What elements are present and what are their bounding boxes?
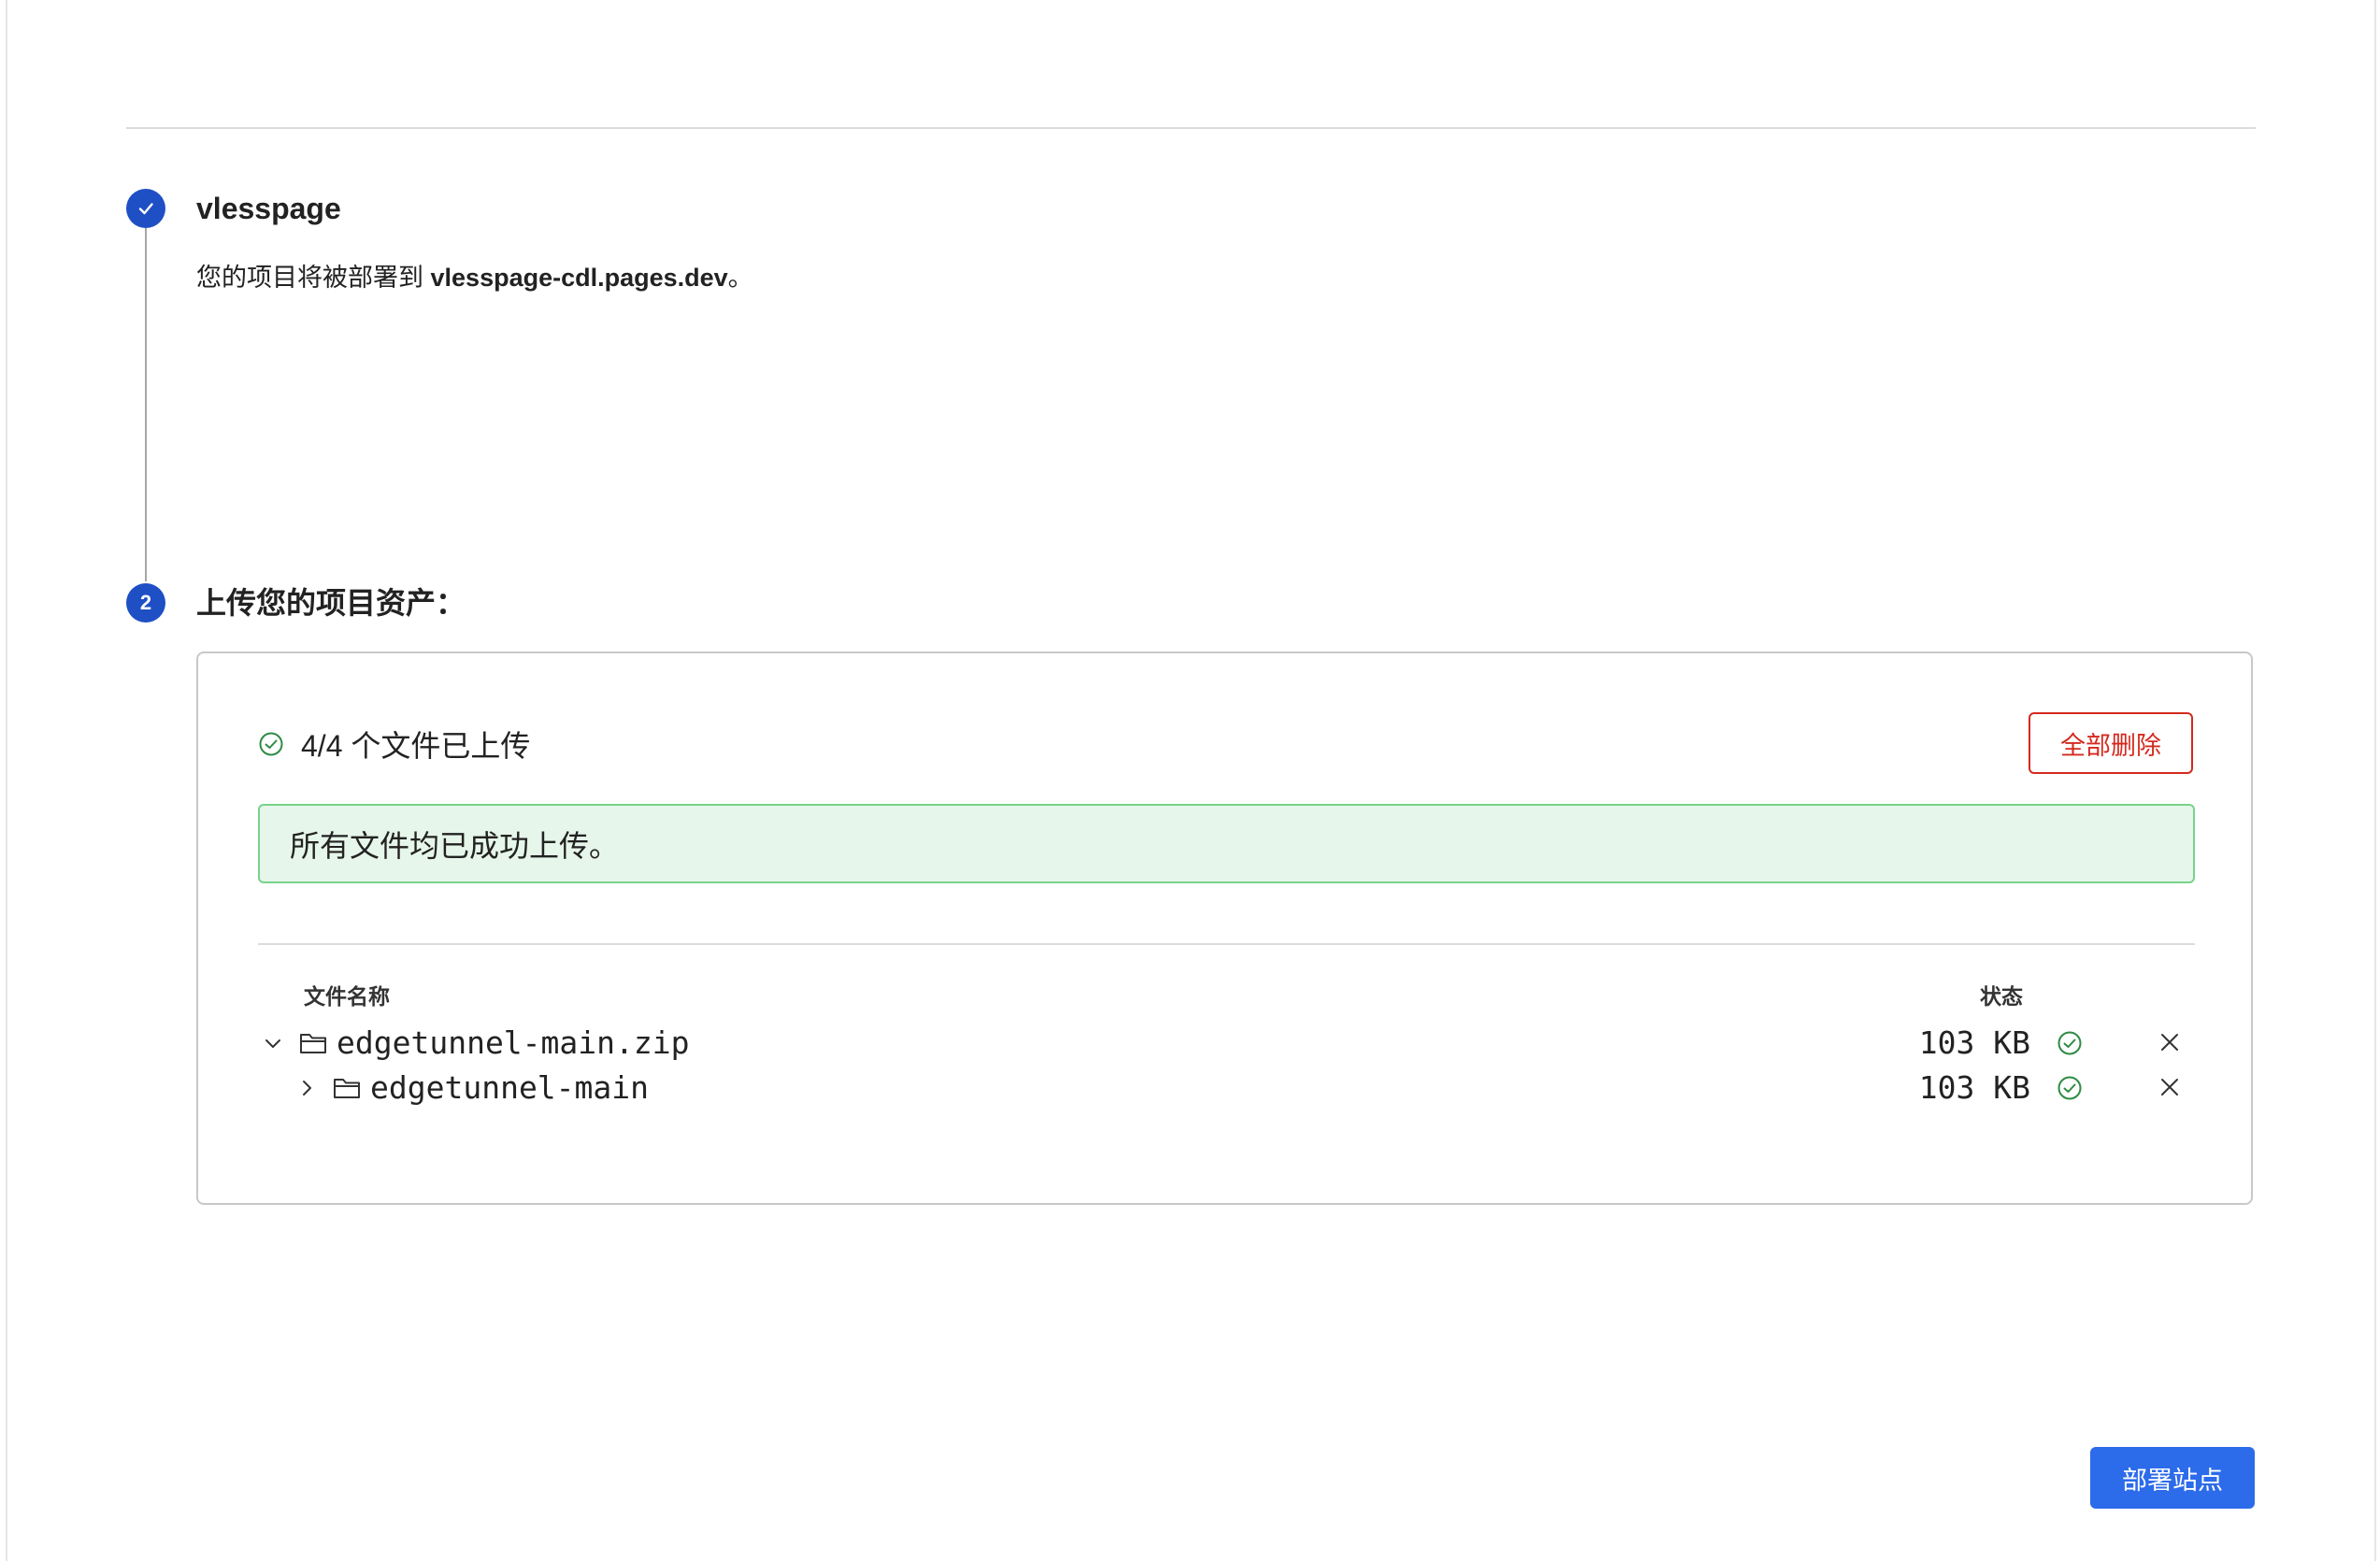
- deploy-destination-suffix: 。: [727, 264, 753, 292]
- file-size: 103 KB: [1918, 1069, 2030, 1106]
- check-circle-icon: [258, 731, 284, 757]
- deploy-domain: vlesspage-cdl.pages.dev: [430, 264, 728, 292]
- top-divider: [126, 127, 2256, 129]
- folder-icon: [300, 1034, 326, 1053]
- file-row: edgetunnel-main 103 KB: [258, 1067, 2195, 1109]
- folder-icon: [334, 1079, 360, 1098]
- page-right-border: [2374, 0, 2376, 1561]
- close-icon[interactable]: [2156, 1073, 2184, 1101]
- chevron-right-icon[interactable]: [294, 1075, 320, 1101]
- column-header-status: 状态: [1980, 984, 2023, 1009]
- file-name[interactable]: edgetunnel-main.zip: [337, 1023, 690, 1064]
- delete-all-button[interactable]: 全部删除: [2029, 712, 2193, 774]
- project-name: vlesspage: [196, 192, 341, 225]
- column-header-filename: 文件名称: [304, 984, 390, 1009]
- table-divider: [258, 943, 2195, 945]
- upload-progress-status: 4/4 个文件已上传: [258, 724, 530, 764]
- check-circle-icon: [2057, 1030, 2083, 1056]
- check-icon: [138, 203, 153, 215]
- step-2-indicator: 2: [126, 583, 165, 623]
- step-1-indicator: [126, 189, 165, 228]
- close-icon[interactable]: [2156, 1028, 2184, 1056]
- page-left-border: [6, 0, 7, 1561]
- upload-success-banner: 所有文件均已成功上传。: [258, 804, 2195, 883]
- file-name[interactable]: edgetunnel-main: [370, 1067, 649, 1109]
- deploy-site-button[interactable]: 部署站点: [2090, 1447, 2255, 1509]
- file-row: edgetunnel-main.zip 103 KB: [258, 1023, 2195, 1064]
- chevron-down-icon[interactable]: [260, 1030, 286, 1056]
- check-circle-icon: [2057, 1075, 2083, 1101]
- deploy-destination-prefix: 您的项目将被部署到: [196, 264, 431, 292]
- deploy-destination-text: 您的项目将被部署到 vlesspage-cdl.pages.dev。: [196, 260, 753, 295]
- upload-count-text: 4/4 个文件已上传: [301, 729, 531, 763]
- step-connector-line: [145, 228, 147, 581]
- file-size: 103 KB: [1918, 1024, 2030, 1061]
- upload-step-title: 上传您的项目资产：: [196, 586, 466, 620]
